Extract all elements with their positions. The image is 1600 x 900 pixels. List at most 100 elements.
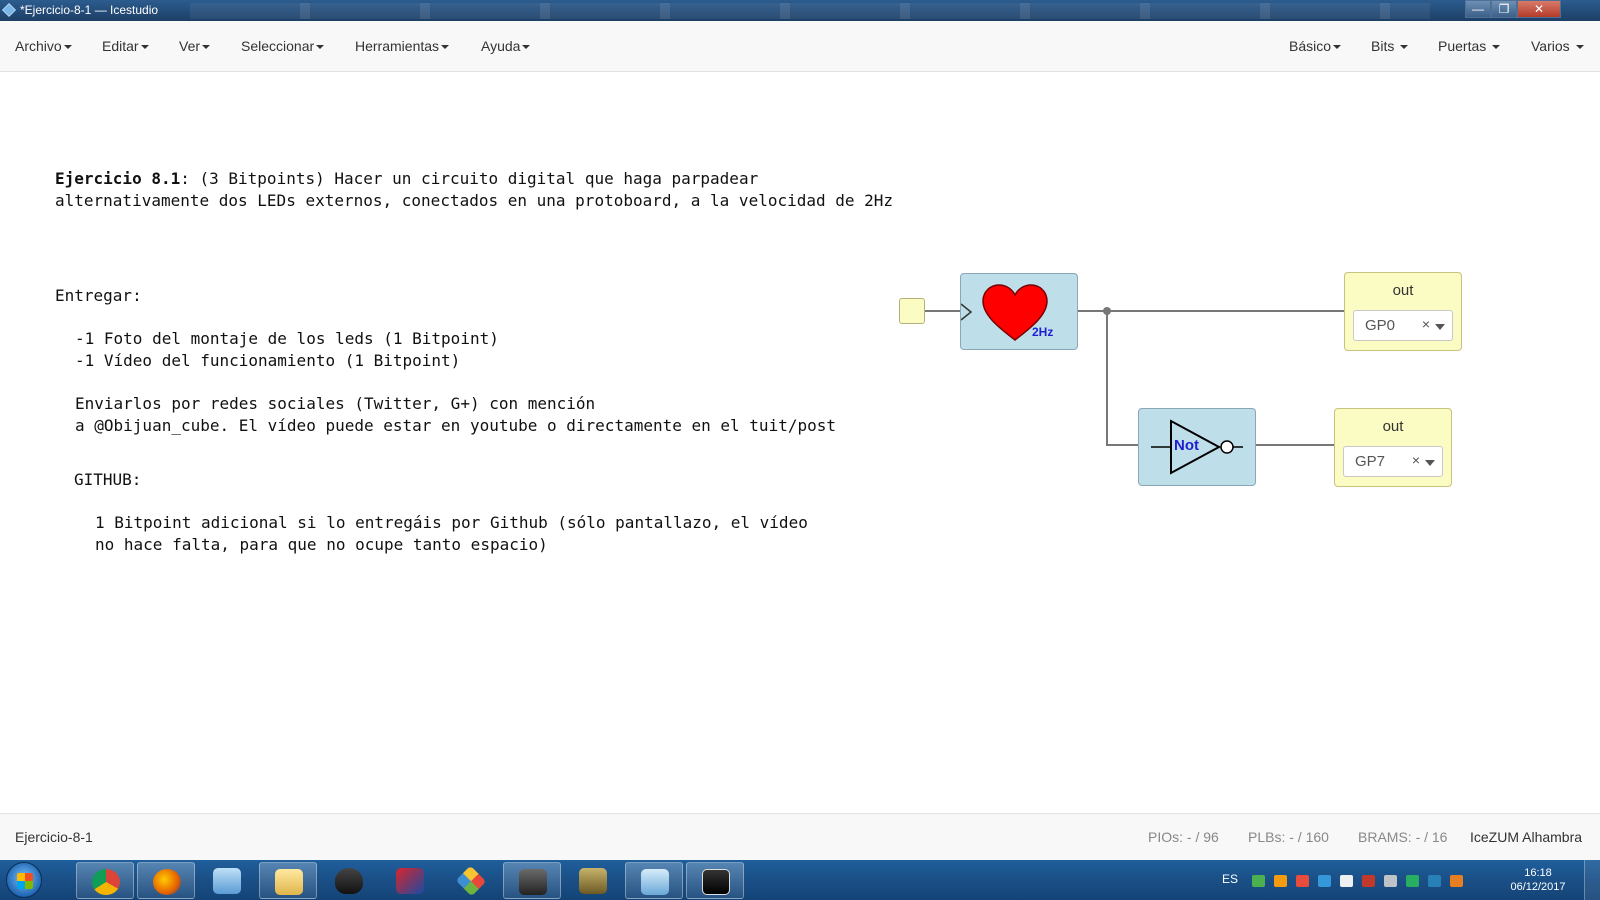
chrome-icon <box>92 869 120 895</box>
taskbar-firefox[interactable] <box>137 862 195 899</box>
tray-app-icon[interactable] <box>1340 875 1353 887</box>
caret-down-icon <box>441 45 450 50</box>
caret-down-icon <box>202 45 211 50</box>
clock-input-triangle <box>961 303 973 321</box>
menu-label: Básico <box>1289 38 1332 54</box>
dropdown-arrow-icon[interactable] <box>1425 460 1435 466</box>
menu-ayuda[interactable]: Ayuda <box>481 38 531 54</box>
maximize-button[interactable]: ❐ <box>1491 0 1517 18</box>
board-name[interactable]: IceZUM Alhambra <box>1470 829 1582 845</box>
caret-down-icon <box>1575 45 1584 50</box>
windows-logo-icon <box>17 873 33 889</box>
terminal-icon <box>702 869 730 895</box>
menu-puertas[interactable]: Puertas <box>1438 38 1501 54</box>
output-label: out <box>1392 282 1414 299</box>
circuit-canvas[interactable]: Ejercicio 8.1: (3 Bitpoints) Hacer un ci… <box>0 72 1600 813</box>
taskbar-chrome[interactable] <box>76 862 134 899</box>
github-line2: no hace falta, para que no ocupe tanto e… <box>95 535 548 554</box>
wire-not-to-gp7[interactable] <box>1255 444 1335 446</box>
menu-label: Editar <box>102 38 139 54</box>
menu-basico[interactable]: Básico <box>1289 38 1342 54</box>
tray-app-icon[interactable] <box>1428 875 1441 887</box>
caret-down-icon <box>1400 45 1409 50</box>
brams-usage: BRAMS: - / 16 <box>1358 829 1448 845</box>
taskbar-control-panel[interactable] <box>198 862 256 899</box>
tray-app-icon[interactable] <box>1274 875 1287 887</box>
taskbar-icestudio[interactable] <box>625 862 683 899</box>
dropdown-arrow-icon[interactable] <box>1435 324 1445 330</box>
freecad-icon <box>396 868 424 894</box>
language-indicator[interactable]: ES <box>1222 872 1238 886</box>
window-title-bar: *Ejercicio-8-1 — Icestudio — ❐ ✕ <box>0 0 1600 21</box>
pin-select-value: GP0 <box>1365 317 1396 334</box>
menu-varios[interactable]: Varios <box>1531 38 1584 54</box>
menu-herramientas[interactable]: Herramientas <box>355 38 450 54</box>
taskbar-audio-app[interactable] <box>503 862 561 899</box>
close-button[interactable]: ✕ <box>1517 0 1561 18</box>
heart-blink-block[interactable]: 2Hz <box>960 273 1078 350</box>
menu-label: Bits <box>1371 38 1395 54</box>
output-block-gp7[interactable]: out GP7 × <box>1334 408 1452 487</box>
output-block-gp0[interactable]: out GP0 × <box>1344 272 1462 351</box>
caret-down-icon <box>140 45 149 50</box>
taskbar-freecad[interactable] <box>381 862 439 899</box>
network-icon[interactable] <box>1362 875 1375 887</box>
menu-ver[interactable]: Ver <box>179 38 211 54</box>
menu-label: Archivo <box>15 38 62 54</box>
menu-label: Varios <box>1531 38 1570 54</box>
taskbar-git[interactable] <box>442 862 500 899</box>
minimize-button[interactable]: — <box>1465 0 1491 18</box>
volume-icon[interactable] <box>1384 875 1397 887</box>
window-title: *Ejercicio-8-1 — Icestudio <box>20 3 159 17</box>
caret-down-icon <box>1333 45 1342 50</box>
menu-archivo[interactable]: Archivo <box>15 38 72 54</box>
caret-down-icon <box>316 45 325 50</box>
taskbar-inkscape[interactable] <box>320 862 378 899</box>
inkscape-icon <box>335 868 363 894</box>
bluetooth-icon[interactable] <box>1318 875 1331 887</box>
icestudio-icon <box>641 869 669 895</box>
firefox-icon <box>153 869 181 895</box>
system-tray: ES <box>1222 860 1512 900</box>
show-desktop-button[interactable] <box>1584 860 1600 900</box>
taskbar-fritzing[interactable] <box>564 862 622 899</box>
heart-block-graphic <box>961 284 1048 341</box>
not-gate-label: Not <box>1174 437 1199 454</box>
control-panel-icon <box>213 868 241 894</box>
wire-junction-dot <box>1103 307 1111 315</box>
pios-usage: PIOs: - / 96 <box>1148 829 1219 845</box>
project-name: Ejercicio-8-1 <box>15 829 93 845</box>
menu-label: Puertas <box>1438 38 1487 54</box>
clock-input-port[interactable] <box>899 298 925 324</box>
caret-down-icon <box>522 45 531 50</box>
output-label: out <box>1382 418 1404 435</box>
wire-clk-in[interactable] <box>925 310 961 312</box>
pin-select-gp7[interactable]: GP7 × <box>1343 446 1443 477</box>
menu-editar[interactable]: Editar <box>102 38 149 54</box>
battery-icon[interactable] <box>1406 875 1419 887</box>
tray-app-icon[interactable] <box>1450 875 1463 887</box>
pin-select-gp0[interactable]: GP0 × <box>1353 310 1453 341</box>
wire-branch-vertical[interactable] <box>1106 310 1108 446</box>
wire-heart-to-gp0[interactable] <box>1077 310 1345 312</box>
clock-date: 06/12/2017 <box>1510 881 1566 893</box>
wire-branch-to-not[interactable] <box>1106 444 1138 446</box>
tray-app-icon[interactable] <box>1252 875 1265 887</box>
system-clock[interactable]: 16:18 06/12/2017 <box>1508 866 1568 894</box>
clear-pin-icon[interactable]: × <box>1422 316 1430 332</box>
menu-seleccionar[interactable]: Seleccionar <box>241 38 325 54</box>
deliver-item-video: -1 Vídeo del funcionamiento (1 Bitpoint) <box>75 351 461 370</box>
start-button[interactable] <box>6 862 42 898</box>
taskbar-terminal[interactable] <box>686 862 744 899</box>
not-gate-block[interactable]: Not <box>1138 408 1256 486</box>
menu-bits[interactable]: Bits <box>1371 38 1409 54</box>
taskbar-explorer[interactable] <box>259 862 317 899</box>
clear-pin-icon[interactable]: × <box>1412 452 1420 468</box>
file-explorer-icon <box>275 869 303 895</box>
icestudio-app-icon <box>2 3 16 17</box>
clock-time: 16:18 <box>1524 867 1552 879</box>
tray-app-icon[interactable] <box>1296 875 1309 887</box>
menu-label: Ayuda <box>481 38 521 54</box>
background-taskbar-strip <box>190 3 1430 19</box>
exercise-statement-line2: alternativamente dos LEDs externos, cone… <box>55 191 894 210</box>
